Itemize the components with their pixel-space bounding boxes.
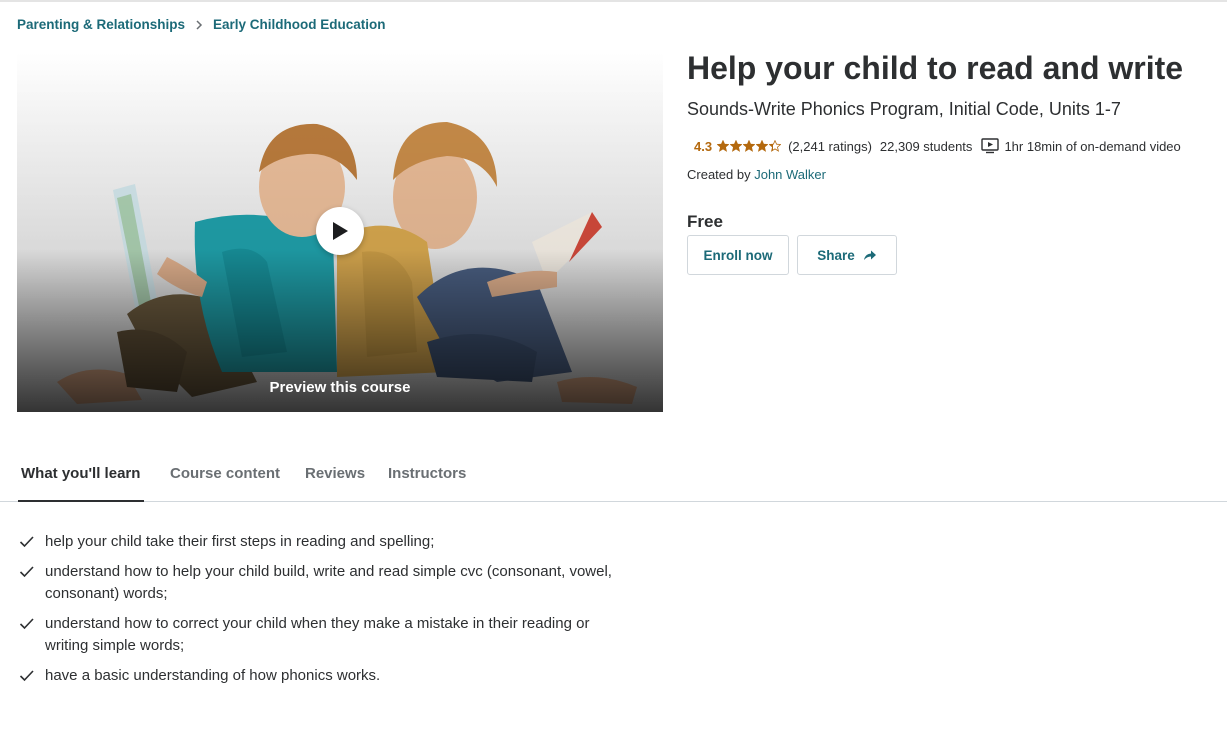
- breadcrumb-link-early-childhood[interactable]: Early Childhood Education: [213, 17, 386, 32]
- list-item: understand how to help your child build,…: [19, 561, 619, 605]
- star-icon: [717, 140, 730, 152]
- video-icon: [981, 138, 1000, 154]
- share-arrow-icon: [863, 249, 877, 261]
- tab-instructors[interactable]: Instructors: [388, 455, 466, 501]
- play-icon: [333, 222, 348, 240]
- video-length: 1hr 18min of on-demand video: [1004, 138, 1181, 154]
- created-by-label: Created by: [687, 167, 751, 182]
- created-by: Created by John Walker: [687, 167, 826, 182]
- list-item: have a basic understanding of how phonic…: [19, 665, 619, 687]
- preview-course-label: Preview this course: [269, 379, 411, 396]
- top-divider: [0, 0, 1227, 2]
- course-price: Free: [687, 212, 723, 231]
- learn-item-text: help your child take their first steps i…: [45, 533, 435, 550]
- rating-stars: [717, 140, 782, 152]
- tab-course-content[interactable]: Course content: [170, 455, 280, 501]
- learn-item-text: understand how to correct your child whe…: [45, 615, 590, 654]
- list-item: understand how to correct your child whe…: [19, 613, 619, 657]
- course-tabs: What you'll learn Course content Reviews…: [0, 455, 1227, 502]
- breadcrumb-link-parenting[interactable]: Parenting & Relationships: [17, 17, 185, 32]
- share-button[interactable]: Share: [797, 235, 897, 275]
- check-icon: [19, 613, 45, 631]
- tab-reviews[interactable]: Reviews: [305, 455, 365, 501]
- what-youll-learn-list: help your child take their first steps i…: [19, 531, 619, 695]
- ratings-count[interactable]: (2,241 ratings): [788, 139, 872, 154]
- tab-what-youll-learn[interactable]: What you'll learn: [17, 455, 145, 502]
- play-button[interactable]: [316, 207, 364, 255]
- enroll-now-button[interactable]: Enroll now: [687, 235, 789, 275]
- star-icon: [730, 140, 743, 152]
- chevron-right-icon: [195, 19, 203, 30]
- check-icon: [19, 665, 45, 683]
- star-icon: [743, 140, 756, 152]
- star-icon: [769, 140, 782, 152]
- course-title: Help your child to read and write: [687, 50, 1184, 86]
- list-item: help your child take their first steps i…: [19, 531, 619, 553]
- rating-value: 4.3: [694, 138, 713, 154]
- share-button-label: Share: [817, 247, 855, 263]
- course-subtitle: Sounds-Write Phonics Program, Initial Co…: [687, 99, 1121, 119]
- check-icon: [19, 531, 45, 549]
- learn-item-text: have a basic understanding of how phonic…: [45, 667, 381, 684]
- breadcrumb: Parenting & Relationships Early Childhoo…: [17, 17, 386, 32]
- course-meta: 4.3 (2,241 ratings) 22,309 students 1hr …: [694, 138, 1181, 154]
- learn-item-text: understand how to help your child build,…: [45, 563, 612, 602]
- check-icon: [19, 561, 45, 579]
- instructor-link[interactable]: John Walker: [754, 167, 826, 182]
- star-icon: [756, 140, 769, 152]
- course-preview-video[interactable]: Preview this course: [17, 52, 663, 412]
- students-count: 22,309 students: [879, 138, 973, 154]
